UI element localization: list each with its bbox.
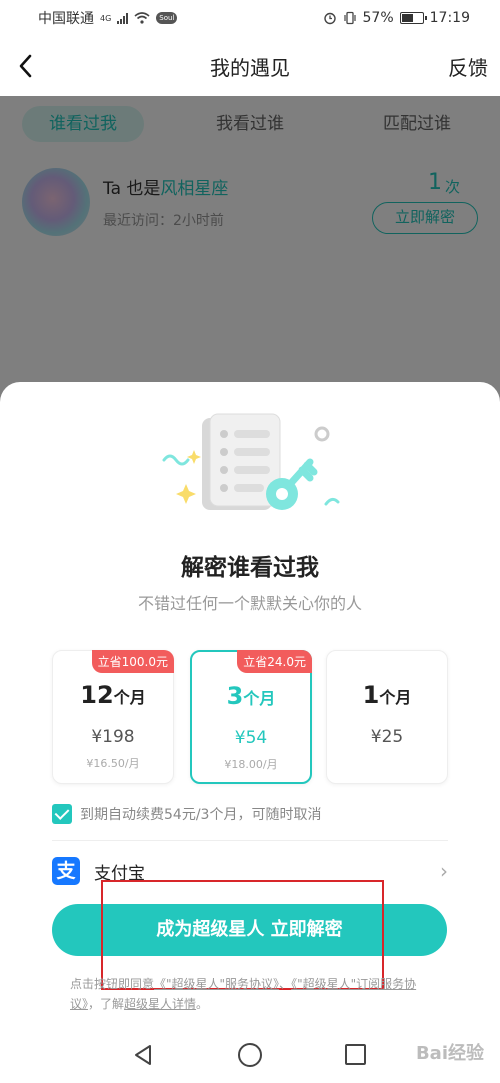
terms-text: 点击按钮即同意《"超级星人"服务协议》、《"超级星人"订阅服务协议》，了解超级星… bbox=[70, 974, 430, 1014]
battery-fill bbox=[401, 14, 414, 22]
plan-price: ¥198 bbox=[91, 727, 135, 747]
wifi-icon bbox=[134, 12, 150, 24]
auto-renew-checkbox[interactable] bbox=[52, 804, 72, 824]
plan-per-month: ¥18.00/月 bbox=[224, 758, 278, 771]
savings-tag: 立省24.0元 bbox=[237, 650, 312, 673]
sheet-title: 解密谁看过我 bbox=[181, 555, 319, 581]
plan-duration-number: 3 bbox=[226, 682, 244, 710]
service-agreement-link[interactable]: 《"超级星人"服务协议》 bbox=[154, 977, 279, 991]
plan-price: ¥25 bbox=[370, 727, 404, 747]
terms-end: 。 bbox=[196, 997, 209, 1011]
watermark: Bai经验 bbox=[415, 1043, 484, 1064]
plan-duration: 3个月 bbox=[192, 682, 310, 710]
auto-renew-text: 到期自动续费54元/3个月，可随时取消 bbox=[80, 807, 322, 823]
alarm-icon bbox=[323, 12, 336, 25]
unlock-bottom-sheet: 解密谁看过我 不错过任何一个默默关心你的人 立省100.0元 12个月 ¥198… bbox=[0, 382, 500, 1027]
auto-renew-row: 到期自动续费54元/3个月，可随时取消 bbox=[52, 802, 321, 826]
terms-separator: 、 bbox=[279, 977, 292, 991]
plan-card-12-months[interactable]: 立省100.0元 12个月 ¥198 ¥16.50/月 bbox=[52, 650, 174, 784]
plan-duration-unit: 个月 bbox=[113, 688, 146, 707]
home-circle-icon[interactable] bbox=[238, 1043, 262, 1067]
system-nav-bar: Bai经验 bbox=[0, 1027, 500, 1083]
app-nav-bar: 我的遇见 反馈 bbox=[0, 36, 500, 96]
savings-tag: 立省100.0元 bbox=[91, 650, 174, 673]
status-right: 57% 17:19 bbox=[323, 10, 470, 26]
recents-square-icon[interactable] bbox=[345, 1044, 366, 1065]
plan-card-1-month[interactable]: 1个月 ¥25 bbox=[326, 650, 448, 784]
chevron-right-icon: › bbox=[440, 859, 448, 883]
key-document-illustration bbox=[162, 413, 340, 510]
plan-duration: 1个月 bbox=[327, 681, 447, 709]
terms-mid: ，了解 bbox=[88, 997, 125, 1011]
plan-duration-number: 1 bbox=[362, 681, 380, 709]
plan-price: ¥54 bbox=[234, 728, 268, 748]
back-triangle-icon[interactable] bbox=[131, 1043, 155, 1067]
plan-duration-unit: 个月 bbox=[379, 688, 412, 707]
battery-icon bbox=[399, 12, 427, 24]
battery-percent: 57% bbox=[362, 10, 394, 26]
plan-duration-number: 12 bbox=[80, 681, 114, 709]
alipay-icon: 支 bbox=[52, 857, 80, 885]
plan-per-month: ¥16.50/月 bbox=[86, 757, 140, 770]
app-badge: Soul bbox=[156, 12, 178, 24]
network-type: 4G bbox=[100, 13, 112, 23]
terms-prefix: 点击按钮即同意 bbox=[70, 977, 155, 991]
plan-duration: 12个月 bbox=[53, 681, 173, 709]
feedback-button[interactable]: 反馈 bbox=[448, 52, 488, 81]
page-title: 我的遇见 bbox=[210, 56, 290, 80]
status-bar: 中国联通 4G Soul 57% 17:19 bbox=[0, 0, 500, 36]
carrier-label: 中国联通 bbox=[38, 11, 94, 27]
vibrate-icon bbox=[343, 11, 356, 25]
sheet-subtitle: 不错过任何一个默默关心你的人 bbox=[137, 594, 362, 613]
signal-icon bbox=[117, 12, 129, 24]
clock: 17:19 bbox=[429, 10, 470, 26]
divider bbox=[52, 840, 448, 841]
plan-card-3-months[interactable]: 立省24.0元 3个月 ¥54 ¥18.00/月 bbox=[190, 650, 312, 784]
status-left: 中国联通 4G Soul bbox=[38, 8, 178, 28]
details-link[interactable]: 超级星人详情 bbox=[124, 997, 196, 1011]
plan-duration-unit: 个月 bbox=[243, 689, 276, 708]
